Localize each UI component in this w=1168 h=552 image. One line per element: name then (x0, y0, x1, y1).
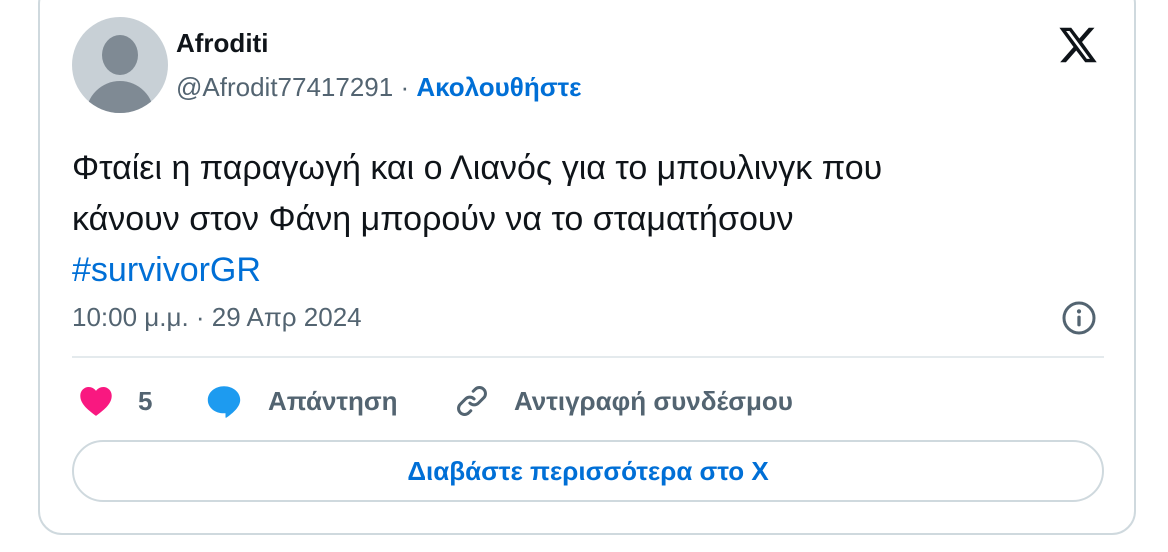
link-icon (457, 386, 487, 416)
copy-link-button[interactable]: Αντιγραφή συνδέσμου (454, 383, 793, 419)
like-count: 5 (138, 385, 153, 416)
divider (72, 356, 1104, 358)
tweet-timestamp[interactable]: 10:00 μ.μ. · 29 Απρ 2024 (72, 302, 362, 333)
info-icon[interactable] (1061, 300, 1097, 336)
copy-link-label: Αντιγραφή συνδέσμου (514, 385, 793, 416)
avatar-head-shape (102, 35, 138, 75)
author-handle[interactable]: @Afrodit77417291 (176, 72, 393, 102)
tweet-text-line: κάνουν στον Φάνη μπορούν να το σταματήσο… (72, 200, 794, 238)
read-more-button[interactable]: Διαβάστε περισσότερα στο X (72, 440, 1104, 502)
reply-button[interactable]: Απάντηση (206, 383, 398, 419)
heart-icon (80, 387, 112, 416)
author-name[interactable]: Afroditi (176, 28, 268, 59)
reply-label: Απάντηση (268, 385, 398, 416)
speech-bubble-icon (207, 386, 241, 418)
author-handle-row: @Afrodit77417291 · Ακολουθήστε (176, 72, 581, 103)
like-button[interactable]: 5 (78, 383, 152, 419)
follow-link[interactable]: Ακολουθήστε (416, 72, 581, 102)
avatar-body-shape (86, 81, 154, 113)
avatar[interactable] (72, 17, 168, 113)
tweet-text: Φταίει η παραγωγή και ο Λιανός για το μπ… (72, 143, 1072, 296)
tweet-text-line: Φταίει η παραγωγή και ο Λιανός για το μπ… (72, 149, 883, 187)
x-logo-icon[interactable] (1056, 26, 1100, 64)
handle-separator: · (400, 72, 410, 102)
hashtag-link[interactable]: #survivorGR (72, 245, 1072, 296)
